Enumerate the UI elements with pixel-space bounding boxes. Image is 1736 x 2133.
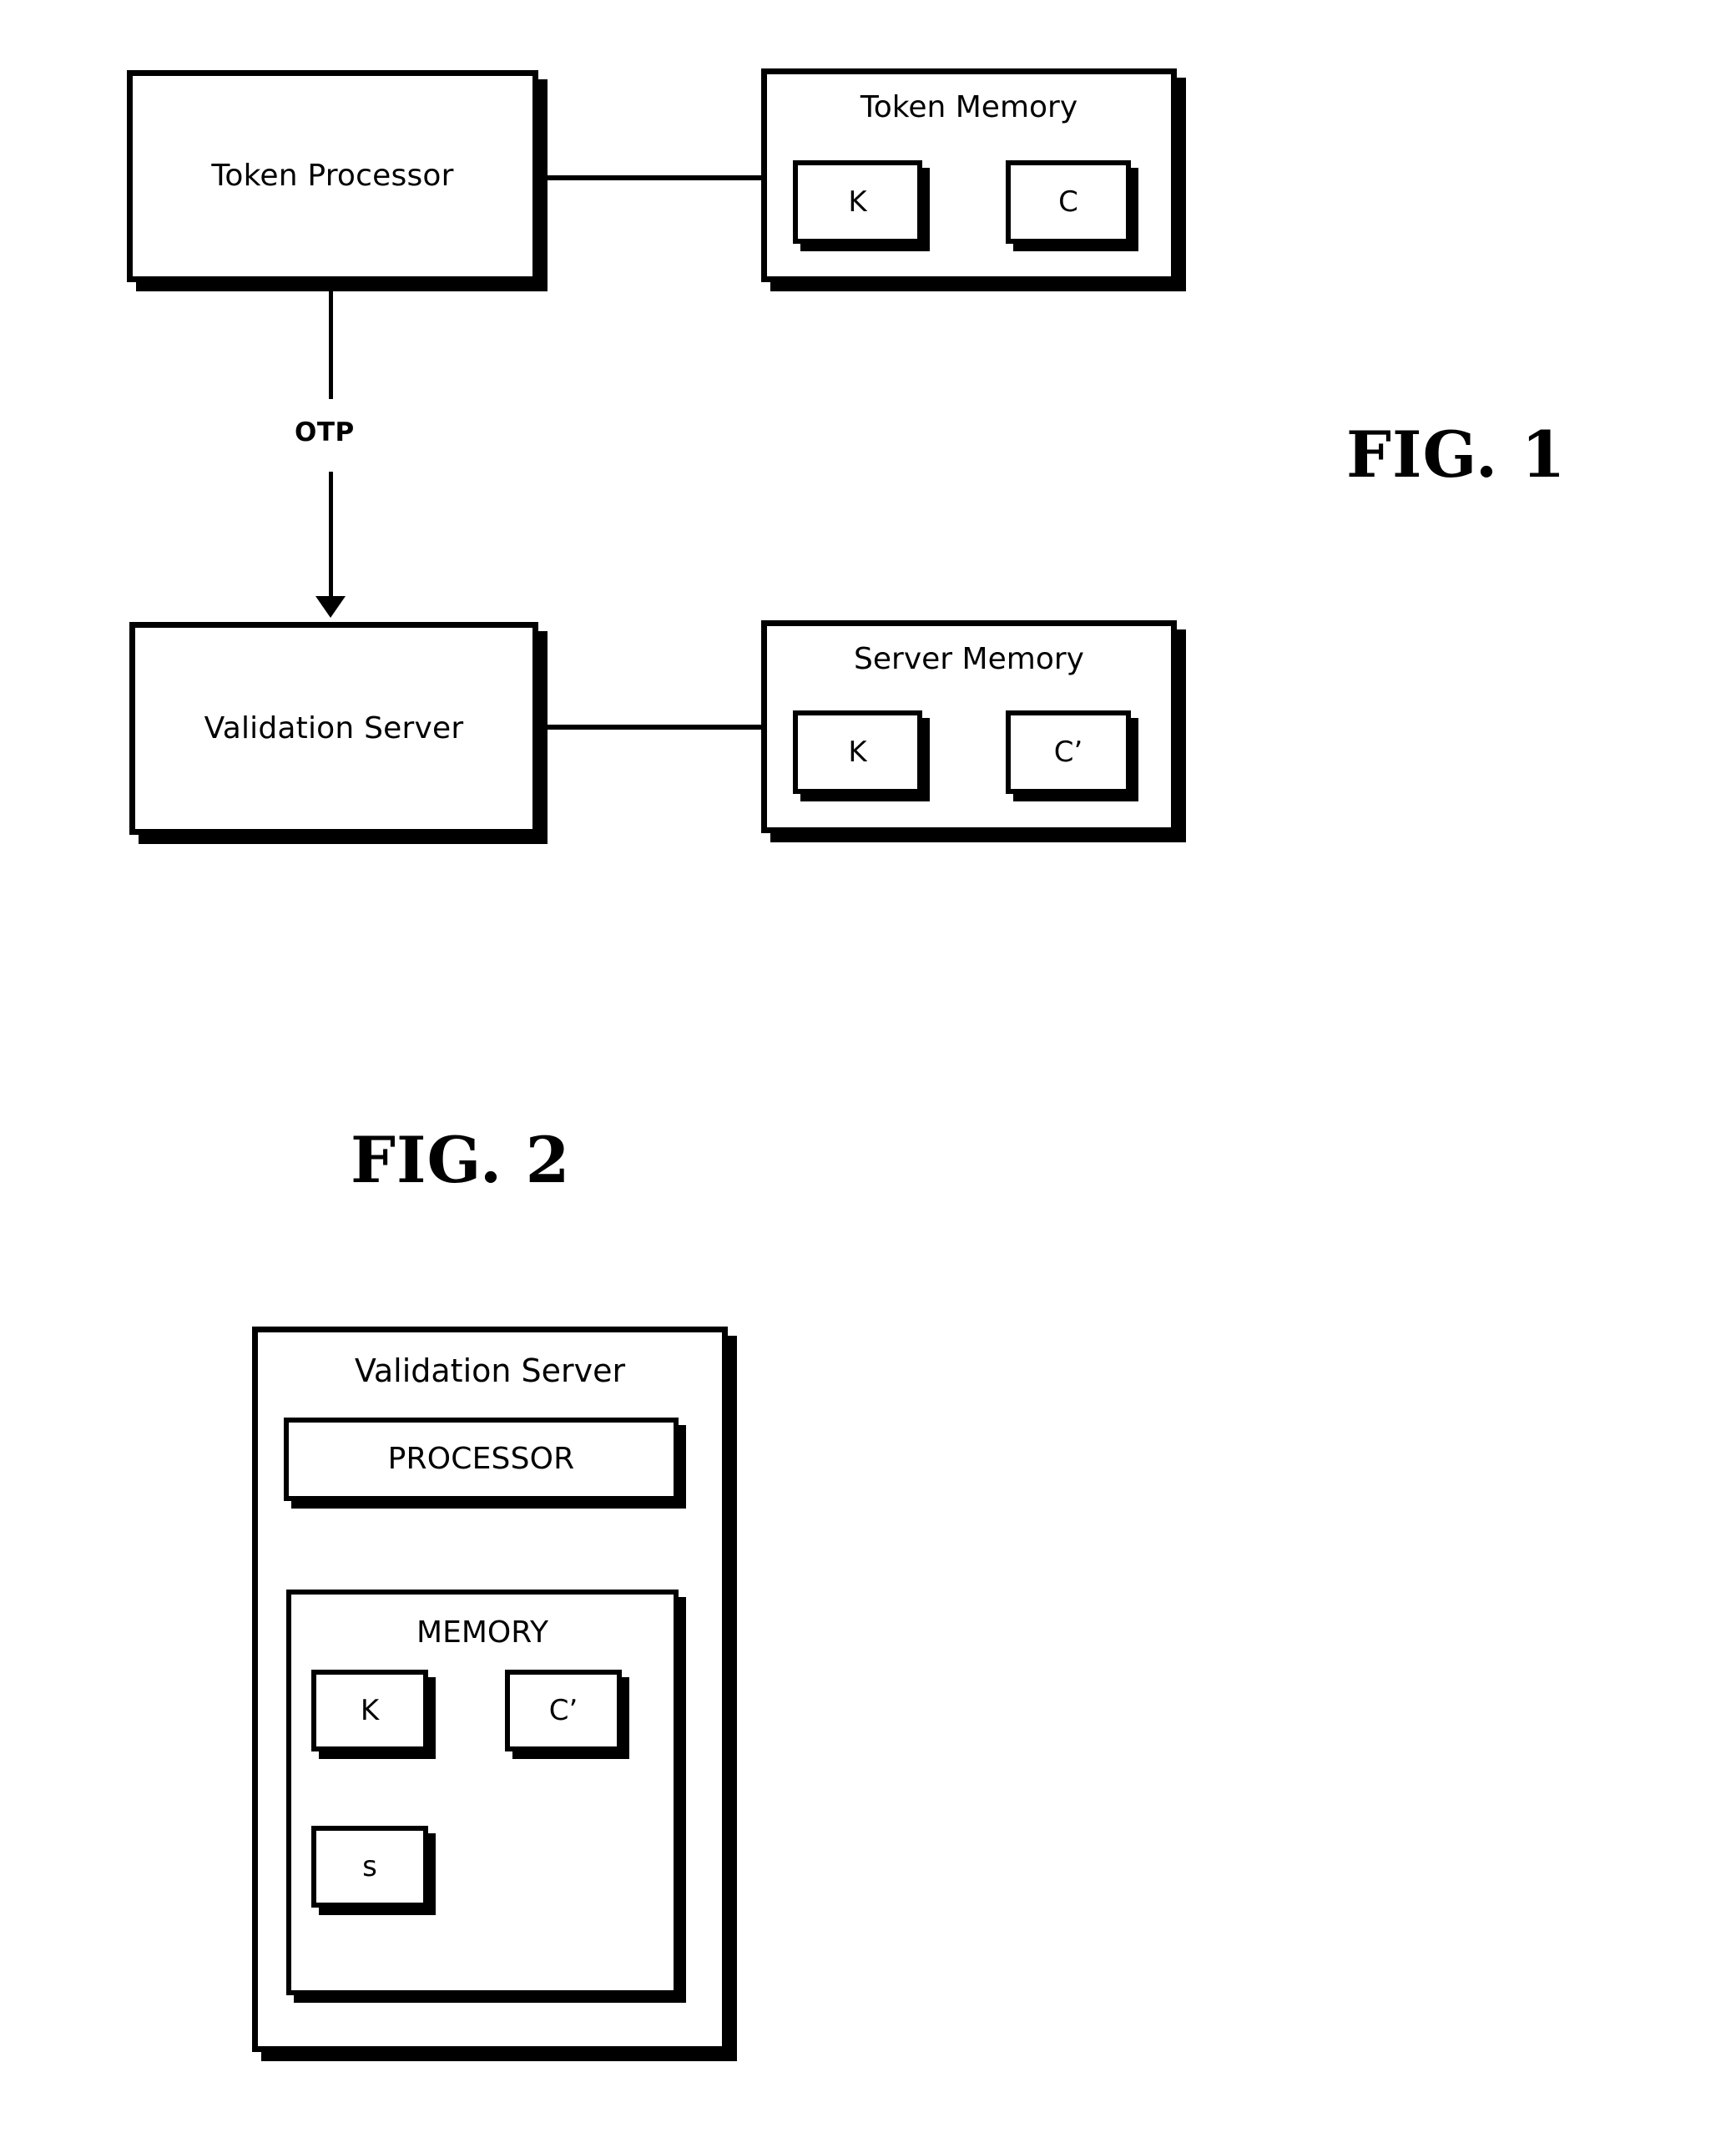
connector-token-processor-to-token-memory (538, 175, 764, 180)
memory-slot-c-prime-label: C’ (548, 1694, 578, 1727)
otp-arrow-shaft-lower (329, 472, 333, 601)
token-processor-label: Token Processor (211, 159, 454, 194)
server-memory-label: Server Memory (854, 642, 1084, 676)
token-memory-slot-k-label: K (848, 185, 867, 219)
server-memory-slot-c-prime-label: C’ (1053, 735, 1083, 769)
figure-2-caption: FIG. 2 (351, 1123, 571, 1197)
figure-1-caption: FIG. 1 (1346, 417, 1567, 492)
connector-validation-server-to-server-memory (538, 725, 764, 730)
token-processor-box[interactable]: Token Processor (127, 70, 538, 282)
validation-server-label: Validation Server (204, 710, 464, 746)
validation-server-outer-label: Validation Server (354, 1352, 626, 1389)
server-memory-slot-k-label: K (848, 735, 867, 769)
memory-box[interactable]: MEMORY (286, 1590, 679, 1995)
server-memory-slot-k[interactable]: K (793, 710, 922, 794)
memory-slot-k-label: K (360, 1694, 380, 1727)
processor-label: PROCESSOR (387, 1442, 575, 1477)
memory-slot-k[interactable]: K (311, 1670, 428, 1751)
otp-arrow-shaft-upper (329, 282, 333, 399)
token-memory-label: Token Memory (860, 90, 1078, 124)
patent-drawing-sheet: Token Processor Token Memory K C OTP Val… (0, 0, 1736, 2133)
otp-edge-label: OTP (295, 417, 355, 447)
token-memory-slot-c[interactable]: C (1006, 160, 1131, 244)
token-memory-slot-k[interactable]: K (793, 160, 922, 244)
otp-arrowhead-icon (315, 596, 346, 618)
memory-label: MEMORY (416, 1615, 548, 1650)
memory-slot-c-prime[interactable]: C’ (505, 1670, 622, 1751)
memory-slot-s[interactable]: s (311, 1826, 428, 1908)
processor-box[interactable]: PROCESSOR (284, 1418, 679, 1501)
validation-server-box[interactable]: Validation Server (129, 622, 538, 835)
token-memory-slot-c-label: C (1058, 185, 1078, 219)
memory-slot-s-label: s (362, 1850, 377, 1883)
server-memory-slot-c-prime[interactable]: C’ (1006, 710, 1131, 794)
